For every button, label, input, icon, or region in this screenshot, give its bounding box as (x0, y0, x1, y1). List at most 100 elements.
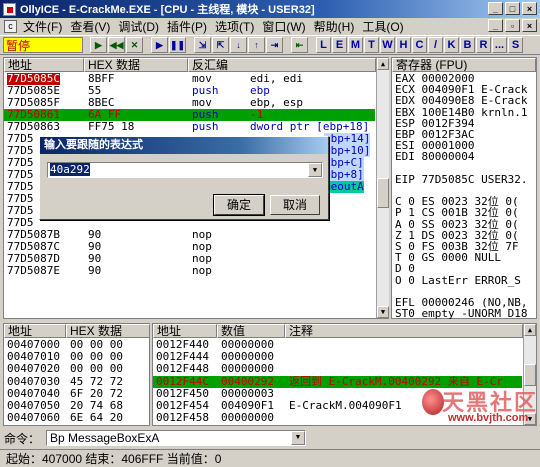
menu-options[interactable]: 选项(T) (211, 18, 258, 35)
registers-header[interactable]: 寄存器 (FPU) (392, 58, 536, 72)
registers-pane[interactable]: 寄存器 (FPU) EAX 00002000 ECX 004090F1 E-Cra… (391, 57, 537, 320)
register-line[interactable]: T 0 GS 0000 NULL (395, 252, 535, 264)
register-line[interactable]: ST0 empty -UNORM D18 (395, 308, 535, 320)
menu-help[interactable]: 帮助(H) (310, 18, 359, 35)
patches-window-button[interactable]: / (428, 37, 443, 53)
col-header-disasm[interactable]: 反汇编 (188, 58, 376, 72)
register-line[interactable]: ESP 0012F394 (395, 118, 535, 130)
register-line[interactable]: EBP 0012F3AC (395, 129, 535, 141)
register-line[interactable]: P 1 CS 001B 32位 0( (395, 207, 535, 219)
cancel-button[interactable]: 取消 (270, 195, 320, 215)
stack-scroll-down[interactable]: ▼ (524, 413, 536, 425)
stack-row[interactable]: 0012F458 00000000 (153, 412, 522, 424)
command-input[interactable]: Bp MessageBoxExA ▼ (46, 430, 307, 446)
stack-row[interactable]: 0012F454 004090F1 E-CrackM.004090F1 (153, 400, 522, 412)
menu-view[interactable]: 查看(V) (66, 18, 114, 35)
dump-col-address[interactable]: 地址 (4, 324, 66, 338)
trace-over-button[interactable]: ↑ (248, 37, 265, 53)
log-window-button[interactable]: L (316, 37, 331, 53)
execute-till-return-button[interactable]: ⇥ (266, 37, 283, 53)
maximize-button[interactable]: □ (505, 2, 520, 15)
stack-col-address[interactable]: 地址 (153, 324, 217, 338)
stack-scroll-up[interactable]: ▲ (524, 324, 536, 336)
minimize-button[interactable]: _ (488, 2, 503, 15)
restart-button[interactable]: ◀◀ (108, 37, 125, 53)
dump-row[interactable]: 00407030 45 72 72 (4, 376, 149, 388)
col-header-address[interactable]: 地址 (4, 58, 84, 72)
dump-row[interactable]: 00407040 6F 20 72 (4, 388, 149, 400)
stack-col-value[interactable]: 数值 (217, 324, 285, 338)
dump-row[interactable]: 00407060 6E 64 20 (4, 412, 149, 424)
cpu-window-button[interactable]: C (412, 37, 427, 53)
run-trace-window-button[interactable]: ... (492, 37, 507, 53)
close-button[interactable]: × (522, 2, 537, 15)
breakpoints-window-button[interactable]: B (460, 37, 475, 53)
windows-window-button[interactable]: W (380, 37, 395, 53)
register-line[interactable]: A 0 SS 0023 32位 0( (395, 219, 535, 231)
register-line[interactable]: EAX 00002000 (395, 73, 535, 85)
register-line[interactable]: EIP 77D5085C USER32. (395, 174, 535, 186)
step-into-button[interactable]: ⇲ (194, 37, 211, 53)
dump-row[interactable]: 00407010 00 00 00 (4, 351, 149, 363)
stack-pane[interactable]: 地址 数值 注释 0012F440 00000000 0012F444 0000000… (152, 323, 537, 426)
pause-button[interactable]: ❚❚ (169, 37, 186, 53)
dump-col-hex[interactable]: HEX 数据 (66, 324, 150, 338)
stack-row[interactable]: 0012F44C 00400292 返回到 E-CrackM.00400292 来自… (153, 375, 522, 388)
stack-col-comment[interactable]: 注释 (285, 324, 523, 338)
mdi-minimize-button[interactable]: _ (488, 19, 503, 32)
register-line[interactable]: ESI 00001000 (395, 140, 535, 152)
references-window-button[interactable]: R (476, 37, 491, 53)
register-line[interactable]: EBX 100E14B0 krnln.1 (395, 107, 535, 119)
disasm-row[interactable]: 77D5087B 90 nop (4, 229, 375, 241)
stack-scrollbar[interactable]: ▲ ▼ (523, 324, 536, 425)
cpu-window-icon[interactable]: c (4, 20, 17, 33)
scroll-down-arrow[interactable]: ▼ (377, 306, 389, 318)
terminate-button[interactable]: ✕ (126, 37, 143, 53)
scroll-thumb[interactable] (377, 178, 389, 208)
disasm-row[interactable]: 77D50861 6A FF push -1 (4, 109, 375, 121)
call-stack-window-button[interactable]: K (444, 37, 459, 53)
register-line[interactable]: O 0 LastErr ERROR_S (395, 275, 535, 287)
disasm-row[interactable]: 77D5085E 55 push ebp (4, 85, 375, 97)
register-line[interactable] (395, 163, 535, 175)
handles-window-button[interactable]: H (396, 37, 411, 53)
menu-plugins[interactable]: 插件(P) (163, 18, 211, 35)
dump-pane[interactable]: 地址 HEX 数据 00407000 00 00 00 00407010 00 00 … (3, 323, 150, 426)
memory-window-button[interactable]: M (348, 37, 363, 53)
disasm-row[interactable]: 77D5087E 90 nop (4, 265, 375, 277)
disasm-row[interactable]: 77D5087C 90 nop (4, 241, 375, 253)
expression-dropdown-icon[interactable]: ▼ (308, 163, 322, 177)
col-header-hex[interactable]: HEX 数据 (84, 58, 188, 72)
menu-file[interactable]: 文件(F) (19, 18, 66, 35)
step-over-button[interactable]: ⇱ (212, 37, 229, 53)
register-line[interactable] (395, 286, 535, 298)
stack-row[interactable]: 0012F444 00000000 (153, 351, 522, 363)
stack-scroll-thumb[interactable] (524, 364, 536, 386)
expression-input[interactable]: 40a292 ▼ (47, 162, 323, 178)
menu-window[interactable]: 窗口(W) (258, 18, 309, 35)
mdi-close-button[interactable]: × (522, 19, 537, 32)
register-line[interactable]: EDI 80000004 (395, 151, 535, 163)
dump-row[interactable]: 00407000 00 00 00 (4, 339, 149, 351)
source-window-button[interactable]: S (508, 37, 523, 53)
dump-row[interactable]: 00407050 20 74 68 (4, 400, 149, 412)
goto-button[interactable]: ⇤ (291, 37, 308, 53)
open-button[interactable]: ▶ (90, 37, 107, 53)
menu-tools[interactable]: 工具(O) (358, 18, 407, 35)
command-dropdown-icon[interactable]: ▼ (291, 431, 306, 445)
scroll-up-arrow[interactable]: ▲ (377, 58, 389, 70)
disasm-row[interactable]: 77D50863 FF75 18 push dword ptr [ebp+18] (4, 121, 375, 133)
register-line[interactable]: ECX 004090F1 E-Crack (395, 84, 535, 96)
threads-window-button[interactable]: T (364, 37, 379, 53)
stack-row[interactable]: 0012F448 00000000 (153, 363, 522, 375)
mdi-restore-button[interactable]: ▫ (505, 19, 520, 32)
register-line[interactable]: Z 1 DS 0023 32位 0( (395, 230, 535, 242)
register-line[interactable]: C 0 ES 0023 32位 0( (395, 196, 535, 208)
disasm-row[interactable]: 77D5085C 8BFF mov edi, edi (4, 73, 375, 85)
register-line[interactable] (395, 185, 535, 197)
register-line[interactable]: EFL 00000246 (NO,NB, (395, 297, 535, 309)
dump-row[interactable]: 00407020 00 00 00 (4, 363, 149, 375)
trace-into-button[interactable]: ↓ (230, 37, 247, 53)
disasm-row[interactable]: 77D5087D 90 nop (4, 253, 375, 265)
modules-window-button[interactable]: E (332, 37, 347, 53)
